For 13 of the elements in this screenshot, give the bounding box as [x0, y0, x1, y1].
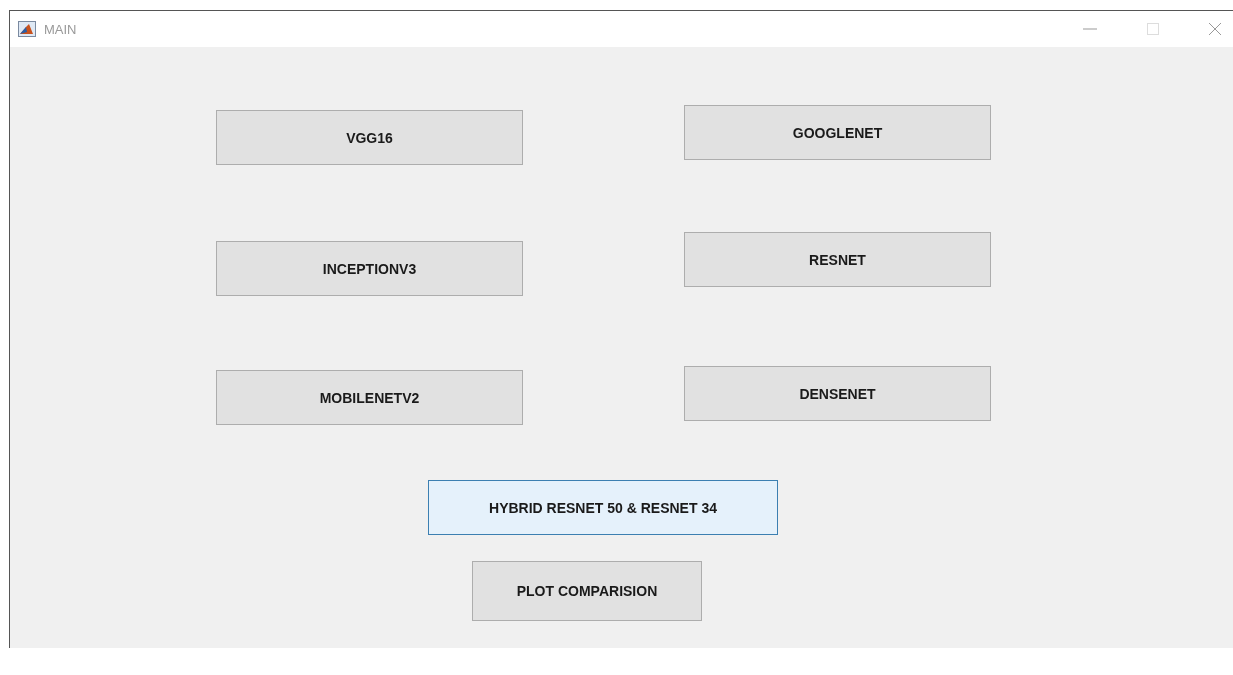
maximize-icon[interactable] — [1147, 23, 1159, 35]
minimize-icon[interactable] — [1083, 27, 1097, 31]
model-button[interactable]: VGG16 — [216, 110, 523, 165]
app-icon — [18, 21, 36, 37]
close-icon[interactable] — [1209, 23, 1221, 35]
plot-button[interactable]: PLOT COMPARISION — [472, 561, 702, 621]
hybrid-button[interactable]: HYBRID RESNET 50 & RESNET 34 — [428, 480, 778, 535]
model-button[interactable]: DENSENET — [684, 366, 991, 421]
model-button[interactable]: GOOGLENET — [684, 105, 991, 160]
model-button[interactable]: RESNET — [684, 232, 991, 287]
model-button[interactable]: INCEPTIONV3 — [216, 241, 523, 296]
model-button[interactable]: MOBILENETV2 — [216, 370, 523, 425]
window-title: MAIN — [44, 21, 77, 37]
